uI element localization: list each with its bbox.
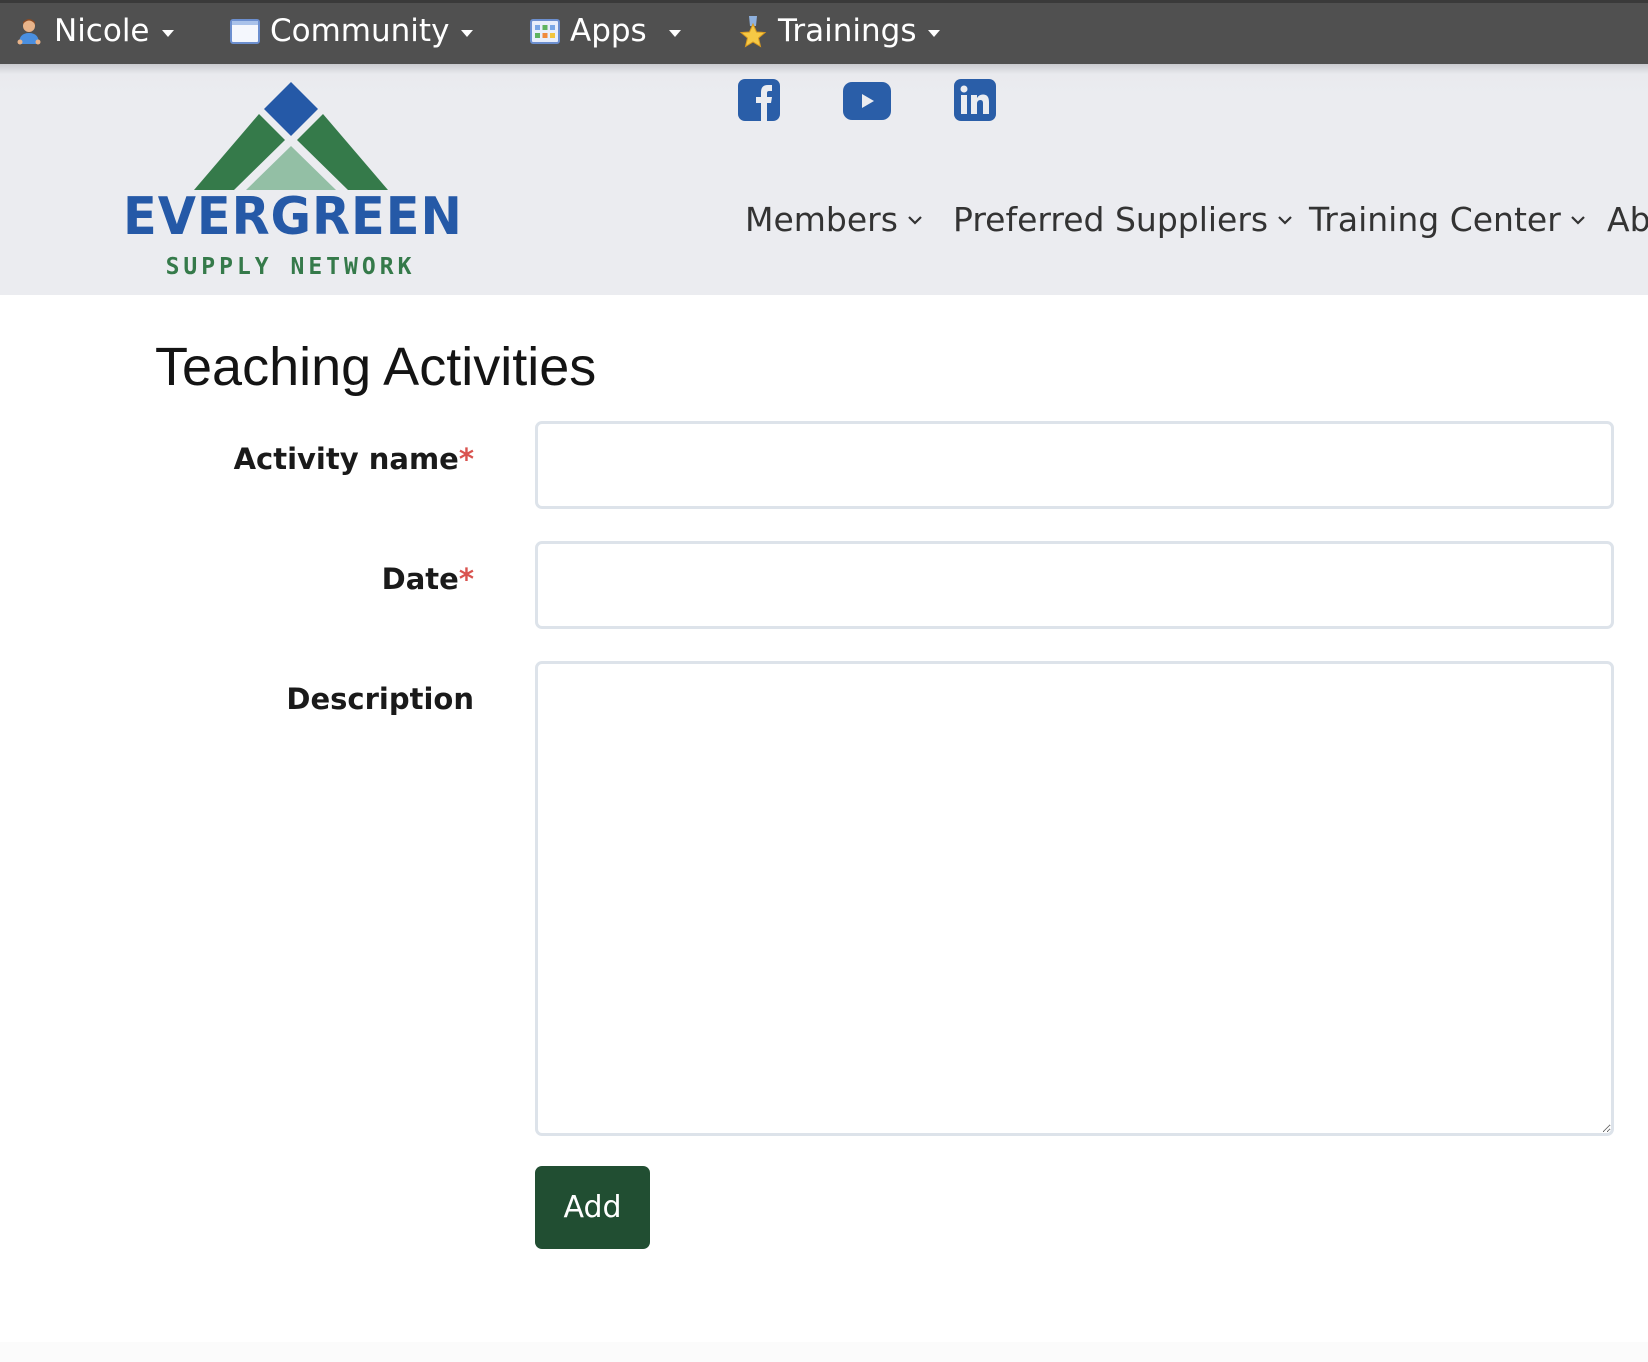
nav-preferred-suppliers[interactable]: Preferred Suppliers <box>953 200 1294 239</box>
window-icon <box>230 16 260 46</box>
youtube-icon <box>843 82 891 120</box>
linkedin-link[interactable] <box>954 79 996 121</box>
topbar-item-trainings[interactable]: Trainings <box>738 9 941 53</box>
description-textarea[interactable] <box>535 661 1614 1136</box>
topbar-item-apps[interactable]: Apps <box>530 9 681 53</box>
date-input[interactable] <box>535 541 1614 629</box>
logo-mark-icon <box>194 82 388 190</box>
logo-tagline: SUPPLY NETWORK <box>165 254 416 280</box>
caret-down-icon <box>928 29 941 37</box>
nav-label: Ab <box>1607 200 1648 239</box>
label-text: Date <box>381 562 459 596</box>
topbar-item-user[interactable]: Nicole <box>14 9 174 53</box>
facebook-icon <box>738 79 780 121</box>
activity-name-label: Activity name* <box>234 442 474 476</box>
nav-label: Training Center <box>1309 200 1561 239</box>
page-bottom-strip <box>0 1342 1648 1362</box>
add-button[interactable]: Add <box>535 1166 650 1249</box>
chevron-down-icon <box>1571 215 1585 225</box>
nav-training-center[interactable]: Training Center <box>1309 200 1587 239</box>
nav-members[interactable]: Members <box>745 200 924 239</box>
apps-grid-icon <box>530 16 560 46</box>
topbar-item-label: Apps <box>570 13 647 49</box>
medal-star-icon <box>738 16 768 48</box>
top-bar: Nicole Community Apps Trainings <box>0 0 1648 64</box>
topbar-item-label: Nicole <box>54 13 150 49</box>
facebook-link[interactable] <box>738 79 780 121</box>
site-header: EVERGREEN SUPPLY NETWORK Members Preferr… <box>0 64 1648 295</box>
youtube-link[interactable] <box>843 82 891 120</box>
topbar-item-label: Trainings <box>778 13 917 49</box>
page-title: Teaching Activities <box>155 337 597 397</box>
user-avatar-icon <box>14 16 44 46</box>
caret-down-icon <box>461 29 474 37</box>
caret-down-icon <box>161 29 174 37</box>
chevron-down-icon <box>1278 215 1292 225</box>
topbar-item-community[interactable]: Community <box>230 9 474 53</box>
label-text: Activity name <box>233 442 459 476</box>
caret-down-icon <box>668 29 681 37</box>
activity-name-input[interactable] <box>535 421 1614 509</box>
linkedin-icon <box>954 79 996 121</box>
topbar-item-label: Community <box>270 13 450 49</box>
nav-about[interactable]: Ab <box>1607 200 1648 239</box>
logo[interactable]: EVERGREEN SUPPLY NETWORK <box>118 78 463 288</box>
nav-label: Members <box>745 200 898 239</box>
date-label: Date* <box>382 562 474 596</box>
required-asterisk: * <box>458 442 474 476</box>
nav-label: Preferred Suppliers <box>953 200 1269 239</box>
description-label: Description <box>286 682 474 716</box>
logo-wordmark: EVERGREEN <box>123 187 463 247</box>
required-asterisk: * <box>458 562 474 596</box>
chevron-down-icon <box>908 215 922 225</box>
